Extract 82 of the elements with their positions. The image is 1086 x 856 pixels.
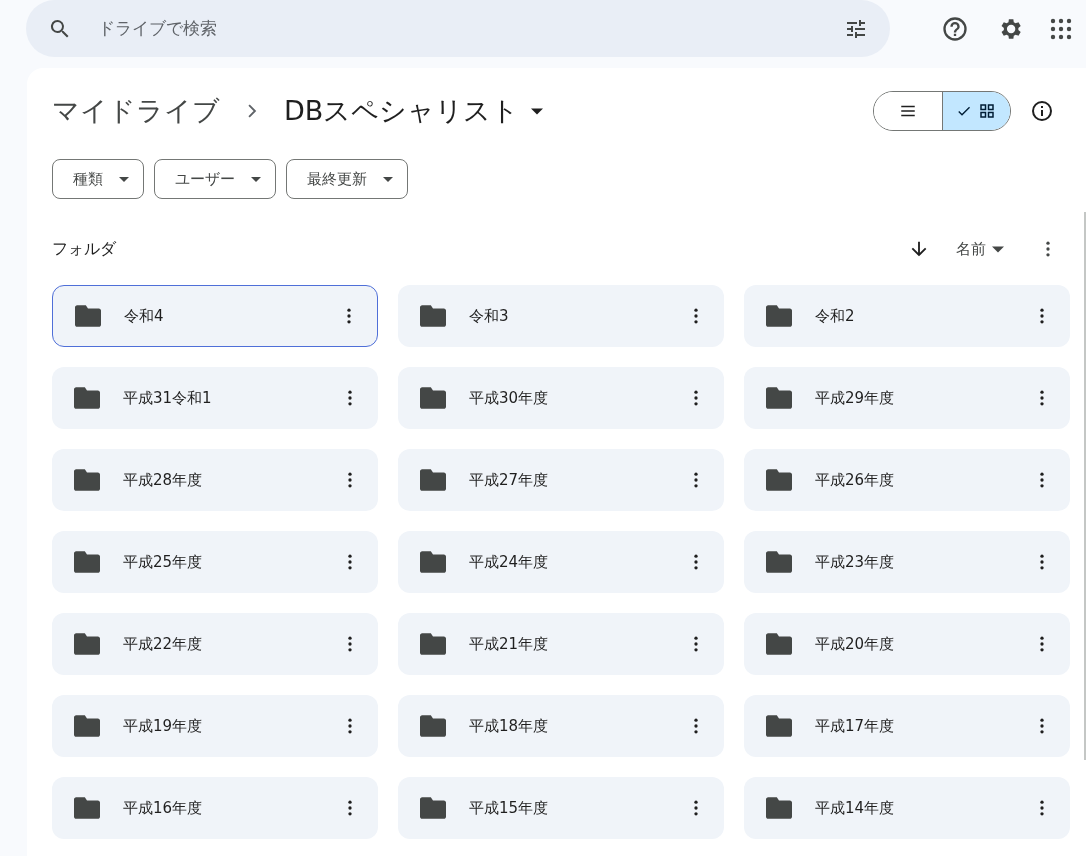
folder-name: 平成29年度 xyxy=(815,387,896,409)
folder-icon xyxy=(766,469,792,491)
filter-chip[interactable]: 種類 xyxy=(52,159,144,199)
folder-name: 平成23年度 xyxy=(815,551,896,573)
folder-card[interactable]: 平成17年度 xyxy=(744,695,1070,757)
folder-card[interactable]: 平成14年度 xyxy=(744,777,1070,839)
caret-icon xyxy=(383,174,393,184)
folder-name: 平成18年度 xyxy=(469,715,550,737)
folder-name: 平成31令和1 xyxy=(123,387,213,409)
search-input: ドライブで検索 xyxy=(98,15,844,42)
folder-name: 平成28年度 xyxy=(123,469,204,491)
folder-card[interactable]: 平成15年度 xyxy=(398,777,724,839)
folder-icon xyxy=(420,305,446,327)
folder-name: 平成15年度 xyxy=(469,797,550,819)
folder-icon xyxy=(74,551,100,573)
folder-name: 平成19年度 xyxy=(123,715,204,737)
info-icon[interactable] xyxy=(1030,99,1054,123)
folder-name: 令和3 xyxy=(469,305,510,327)
folder-card[interactable]: 令和2 xyxy=(744,285,1070,347)
view-grid-button[interactable] xyxy=(941,92,1010,130)
folder-card[interactable]: 平成18年度 xyxy=(398,695,724,757)
caret-icon xyxy=(119,174,129,184)
help-icon[interactable] xyxy=(941,14,969,43)
folder-name: 平成17年度 xyxy=(815,715,896,737)
folder-icon xyxy=(766,715,792,737)
folder-name: 平成24年度 xyxy=(469,551,550,573)
folder-icon xyxy=(420,387,446,409)
folder-card[interactable]: 平成31令和1 xyxy=(52,367,378,429)
folder-icon xyxy=(74,797,100,819)
folder-icon xyxy=(74,715,100,737)
folder-icon xyxy=(420,715,446,737)
folder-card[interactable]: 平成28年度 xyxy=(52,449,378,511)
folder-name: 平成30年度 xyxy=(469,387,550,409)
grid-icon xyxy=(978,102,997,120)
folder-icon xyxy=(74,387,100,409)
apps-icon[interactable] xyxy=(1049,16,1073,41)
caret-icon xyxy=(251,174,261,184)
folder-card[interactable]: 平成29年度 xyxy=(744,367,1070,429)
folder-name: 平成25年度 xyxy=(123,551,204,573)
chevron-icon xyxy=(246,104,258,118)
folder-card[interactable]: 平成21年度 xyxy=(398,613,724,675)
scrollbar[interactable] xyxy=(1084,212,1086,760)
folder-icon xyxy=(766,387,792,409)
folder-name: 平成26年度 xyxy=(815,469,896,491)
folder-icon xyxy=(74,633,100,655)
folder-icon xyxy=(420,797,446,819)
folder-name: 令和4 xyxy=(124,305,165,327)
folder-card[interactable]: 平成22年度 xyxy=(52,613,378,675)
folder-icon xyxy=(766,797,792,819)
folder-icon xyxy=(766,551,792,573)
folder-name: 平成22年度 xyxy=(123,633,204,655)
folder-name: 平成20年度 xyxy=(815,633,896,655)
folder-card[interactable]: 平成16年度 xyxy=(52,777,378,839)
folder-name: 令和2 xyxy=(815,305,856,327)
breadcrumb-item[interactable]: マイドライブ xyxy=(52,90,220,132)
folder-card[interactable]: 平成26年度 xyxy=(744,449,1070,511)
folder-name: 平成27年度 xyxy=(469,469,550,491)
breadcrumb-item[interactable]: DBスペシャリスト xyxy=(284,90,544,132)
folder-card[interactable]: 平成24年度 xyxy=(398,531,724,593)
folder-icon xyxy=(75,305,101,327)
folder-card[interactable]: 平成30年度 xyxy=(398,367,724,429)
folder-card[interactable]: 平成23年度 xyxy=(744,531,1070,593)
folder-card[interactable]: 平成27年度 xyxy=(398,449,724,511)
folder-icon xyxy=(420,633,446,655)
folder-icon xyxy=(74,469,100,491)
folder-card[interactable]: 令和4 xyxy=(52,285,378,347)
folder-card[interactable]: 平成19年度 xyxy=(52,695,378,757)
folder-card[interactable]: 令和3 xyxy=(398,285,724,347)
folder-icon xyxy=(766,305,792,327)
folder-card[interactable]: 平成25年度 xyxy=(52,531,378,593)
folder-name: 平成16年度 xyxy=(123,797,204,819)
folder-name: 平成21年度 xyxy=(469,633,550,655)
filter-chip[interactable]: ユーザー xyxy=(154,159,276,199)
section-title: フォルダ xyxy=(52,238,116,260)
filter-chip[interactable]: 最終更新 xyxy=(286,159,408,199)
search-field[interactable]: ドライブで検索 xyxy=(26,0,890,57)
sort-button[interactable]: 名前 xyxy=(956,237,1004,261)
folder-icon xyxy=(420,551,446,573)
folder-icon xyxy=(420,469,446,491)
folder-name: 平成14年度 xyxy=(815,797,896,819)
folder-card[interactable]: 平成20年度 xyxy=(744,613,1070,675)
folder-icon xyxy=(766,633,792,655)
